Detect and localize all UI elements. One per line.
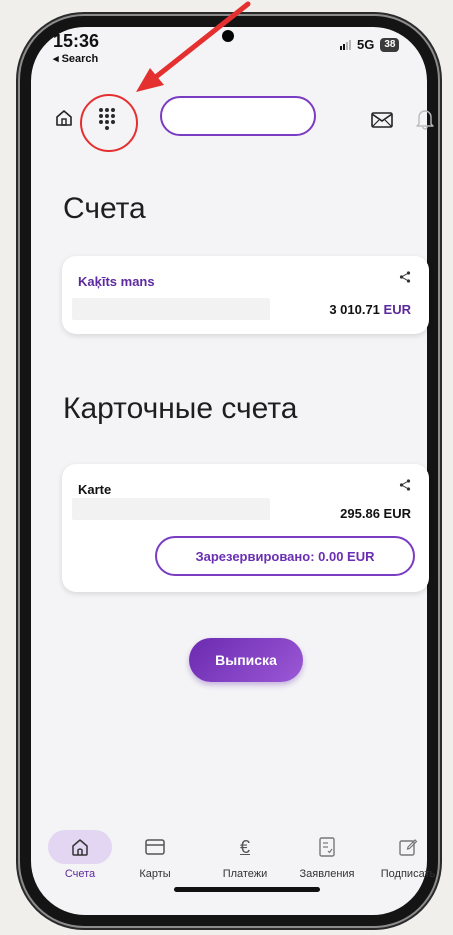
status-indicators: 5G 38 bbox=[340, 37, 400, 52]
tab-payments[interactable]: € Платежи bbox=[209, 830, 281, 881]
status-time: 15:36 bbox=[53, 31, 100, 51]
tab-icon-wrapper: € bbox=[213, 830, 277, 864]
tab-label: Платежи bbox=[222, 868, 268, 880]
tab-label: Карты bbox=[139, 868, 171, 880]
tab-label: Заявления bbox=[299, 868, 355, 880]
tab-icon-wrapper bbox=[123, 830, 187, 864]
reserved-amount-button[interactable]: Зарезервировано: 0.00 EUR bbox=[155, 536, 415, 576]
network-type: 5G bbox=[357, 37, 375, 52]
card-account-card[interactable]: Karte 295.86 EUR Зарезервировано: 0.00 E… bbox=[62, 464, 429, 592]
account-card[interactable]: Kaķīts mans 3 010.71 EUR bbox=[62, 256, 429, 334]
share-icon bbox=[399, 479, 411, 491]
redacted-account-number bbox=[72, 298, 270, 320]
notifications-button[interactable] bbox=[412, 106, 438, 132]
account-name: Kaķīts mans bbox=[78, 274, 155, 289]
front-camera bbox=[222, 30, 234, 42]
keypad-button[interactable] bbox=[92, 104, 122, 134]
home-button[interactable] bbox=[52, 106, 76, 130]
tab-label: Подписать bbox=[380, 868, 436, 880]
tab-icon-wrapper bbox=[295, 830, 359, 864]
balance-value: 3 010.71 bbox=[329, 302, 380, 317]
accounts-title: Счета bbox=[63, 192, 146, 225]
card-icon bbox=[145, 839, 165, 855]
sign-icon bbox=[399, 839, 418, 856]
home-icon bbox=[56, 110, 72, 126]
tab-cards[interactable]: Карты bbox=[119, 830, 191, 880]
redacted-card-number bbox=[72, 498, 270, 520]
card-balance: 295.86 EUR bbox=[340, 506, 411, 521]
share-icon bbox=[399, 271, 411, 283]
share-button[interactable] bbox=[399, 270, 411, 288]
keypad-icon bbox=[99, 108, 115, 130]
bell-icon bbox=[416, 110, 434, 130]
tab-sign[interactable]: Подписать bbox=[372, 830, 444, 880]
tab-applications[interactable]: Заявления bbox=[291, 830, 363, 880]
messages-button[interactable] bbox=[368, 108, 396, 132]
tab-icon-wrapper bbox=[376, 830, 440, 864]
card-account-name: Karte bbox=[78, 482, 112, 497]
card-accounts-title: Карточные счета bbox=[63, 392, 298, 425]
account-balance: 3 010.71 EUR bbox=[329, 302, 411, 317]
tab-accounts[interactable]: Счета bbox=[44, 830, 116, 880]
signal-icon bbox=[340, 39, 351, 50]
search-field[interactable] bbox=[160, 96, 316, 136]
statement-button[interactable]: Выписка bbox=[189, 638, 303, 682]
tab-label: Счета bbox=[64, 868, 96, 880]
balance-currency: EUR bbox=[383, 302, 411, 317]
document-icon bbox=[319, 837, 335, 857]
search-input[interactable] bbox=[162, 98, 314, 134]
home-indicator bbox=[174, 887, 320, 892]
envelope-icon bbox=[371, 112, 393, 128]
tab-icon-wrapper bbox=[48, 830, 112, 864]
card-share-button[interactable] bbox=[399, 478, 411, 496]
euro-icon: € bbox=[239, 836, 250, 857]
home-icon bbox=[72, 839, 88, 856]
back-to-search-link[interactable]: ◂ Search bbox=[53, 52, 98, 65]
battery-icon: 38 bbox=[380, 37, 400, 52]
